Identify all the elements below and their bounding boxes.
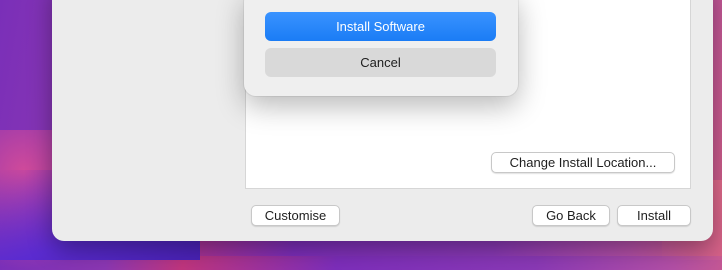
- change-install-location-button[interactable]: Change Install Location...: [491, 152, 675, 173]
- customise-button[interactable]: Customise: [251, 205, 340, 226]
- go-back-button[interactable]: Go Back: [532, 205, 610, 226]
- install-software-button[interactable]: Install Software: [265, 12, 496, 41]
- install-button[interactable]: Install: [617, 205, 691, 226]
- cancel-button[interactable]: Cancel: [265, 48, 496, 77]
